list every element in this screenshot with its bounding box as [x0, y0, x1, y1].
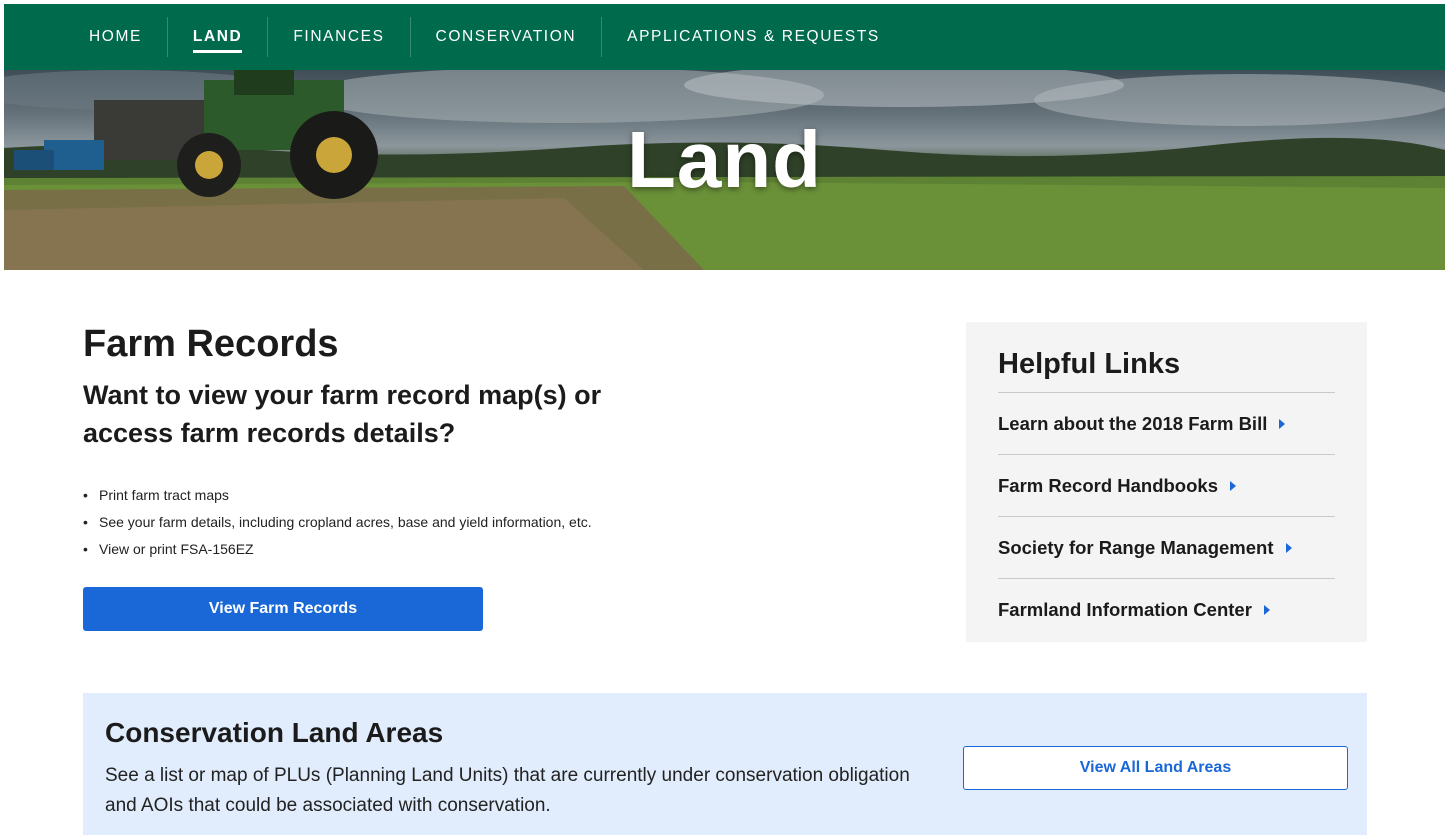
- farm-records-subtitle: Want to view your farm record map(s) or …: [83, 380, 602, 448]
- nav-land[interactable]: LAND: [166, 17, 267, 57]
- link-society-range-management[interactable]: Society for Range Management: [998, 517, 1335, 579]
- farm-records-title: Farm Records: [83, 323, 339, 365]
- link-label: Society for Range Management: [998, 536, 1274, 558]
- nav-land-label: LAND: [192, 28, 243, 53]
- nav-finances[interactable]: FINANCES: [267, 17, 409, 57]
- caret-right-icon: [1263, 605, 1270, 615]
- helpful-links-title: Helpful Links: [998, 348, 1335, 393]
- helpful-links-panel: Helpful Links Learn about the 2018 Farm …: [966, 322, 1367, 642]
- list-item: See your farm details, including croplan…: [83, 509, 783, 536]
- nav-conservation-label: CONSERVATION: [435, 28, 577, 45]
- caret-right-icon: [1285, 542, 1292, 553]
- farm-records-section: Farm Records Want to view your farm reco…: [83, 322, 783, 631]
- nav-home[interactable]: HOME: [64, 17, 167, 57]
- farm-records-list: Print farm tract maps See your farm deta…: [83, 482, 783, 563]
- link-label: Farm Record Handbooks: [998, 474, 1218, 496]
- top-navigation: HOME LAND FINANCES CONSERVATION APPLICAT…: [4, 4, 1445, 70]
- conservation-land-areas-section: Conservation Land Areas See a list or ma…: [83, 693, 1367, 835]
- nav-applications-requests-label: APPLICATIONS & REQUESTS: [627, 28, 880, 45]
- link-2018-farm-bill[interactable]: Learn about the 2018 Farm Bill: [998, 393, 1335, 455]
- list-item: Print farm tract maps: [83, 482, 783, 509]
- link-label: Farmland Information Center: [998, 599, 1252, 620]
- nav-finances-label: FINANCES: [293, 28, 385, 45]
- hero-title: Land: [626, 115, 823, 204]
- nav-applications-requests[interactable]: APPLICATIONS & REQUESTS: [601, 17, 905, 57]
- hero-banner: Land: [4, 70, 1445, 270]
- link-farmland-information-center[interactable]: Farmland Information Center: [998, 579, 1335, 641]
- conservation-title: Conservation Land Areas: [105, 717, 444, 748]
- page-frame: HOME LAND FINANCES CONSERVATION APPLICAT…: [4, 4, 1445, 835]
- view-farm-records-button[interactable]: View Farm Records: [83, 587, 483, 631]
- list-item: View or print FSA-156EZ: [83, 536, 783, 563]
- caret-right-icon: [1230, 480, 1236, 491]
- link-label: Learn about the 2018 Farm Bill: [998, 412, 1268, 434]
- link-farm-record-handbooks[interactable]: Farm Record Handbooks: [998, 455, 1335, 517]
- nav-home-label: HOME: [89, 28, 142, 45]
- view-all-land-areas-button[interactable]: View All Land Areas: [963, 746, 1348, 790]
- conservation-description: See a list or map of PLUs (Planning Land…: [105, 765, 910, 816]
- nav-conservation[interactable]: CONSERVATION: [409, 17, 602, 57]
- caret-right-icon: [1279, 418, 1286, 429]
